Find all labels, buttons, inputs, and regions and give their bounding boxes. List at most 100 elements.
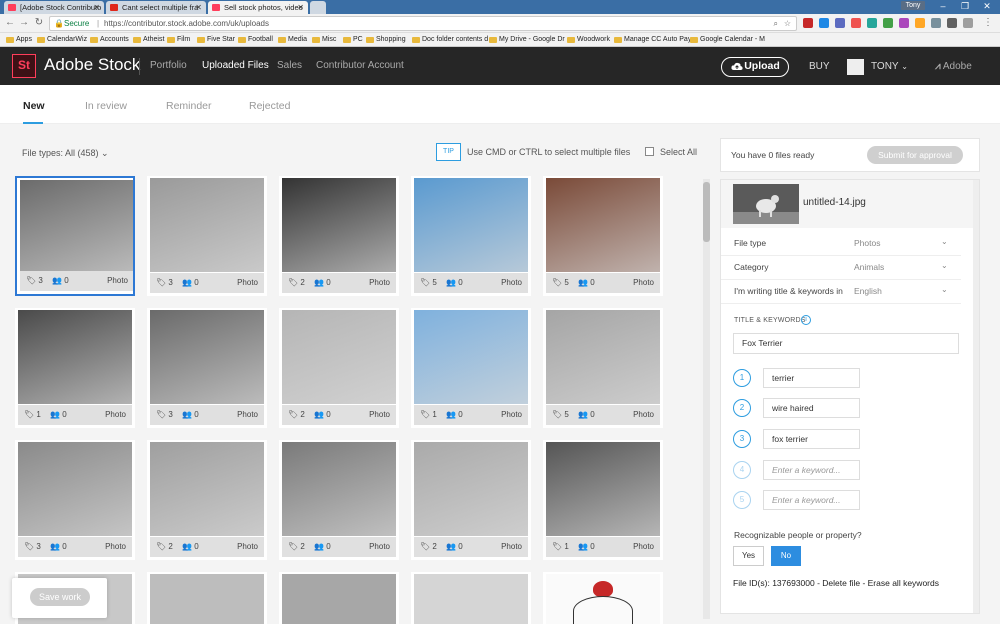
browser-user-chip[interactable]: Tony xyxy=(901,1,925,10)
extension-icon[interactable] xyxy=(867,18,877,28)
keyword-input-empty[interactable]: Enter a keyword... xyxy=(763,490,860,510)
grid-scrollbar-thumb[interactable] xyxy=(703,182,710,242)
nav-uploaded-files[interactable]: Uploaded Files xyxy=(202,60,269,71)
thumbnail[interactable]: 🏷 2 👥 0 Photo xyxy=(279,440,399,560)
user-menu[interactable]: TONY ⌄ xyxy=(871,61,908,72)
thumbnail[interactable]: 🏷 2 👥 0 Photo xyxy=(279,308,399,428)
keyword-input[interactable]: terrier xyxy=(763,368,860,388)
thumbnail[interactable]: 🏷 5 👥 0 Photo xyxy=(411,176,531,296)
bookmark-item[interactable]: Film xyxy=(167,34,190,46)
thumbnail[interactable]: 🏷 3 👥 0 Photo xyxy=(15,440,135,560)
maximize-icon[interactable]: ❐ xyxy=(954,0,976,13)
url-bar[interactable]: 🔒 Secure | https://contributor.stock.ado… xyxy=(49,16,797,31)
thumbnail[interactable]: 🏷 3 👥 0 Photo xyxy=(147,308,267,428)
tab-new[interactable]: New xyxy=(23,100,45,112)
bookmark-item[interactable]: Misc xyxy=(312,34,336,46)
select-all-checkbox[interactable] xyxy=(645,147,654,156)
thumbnail[interactable]: 🏷 1 👥 0 Photo xyxy=(411,308,531,428)
upload-button[interactable]: Upload xyxy=(721,57,789,77)
window-close-icon[interactable]: ✕ xyxy=(976,0,998,13)
bookmark-item[interactable]: CalendarWiz xyxy=(37,34,87,46)
star-icon[interactable]: ☆ xyxy=(784,17,791,30)
adobe-logo[interactable]: ⩘ Adobe xyxy=(935,61,972,72)
extension-icon[interactable] xyxy=(835,18,845,28)
browser-tab-1[interactable]: [Adobe Stock Contributo ✕ xyxy=(4,1,104,14)
category-select[interactable]: Category Animals ⌄ xyxy=(721,256,961,280)
thumbnail[interactable]: 🏷 5 👥 0 Photo xyxy=(543,308,663,428)
back-icon[interactable]: ← xyxy=(4,17,16,29)
file-types-filter[interactable]: File types: All (458) ⌄ xyxy=(22,148,109,159)
close-icon[interactable]: ✕ xyxy=(93,1,100,14)
minimize-icon[interactable]: – xyxy=(932,0,954,13)
thumbnail[interactable]: 🏷 2 👥 0 Photo xyxy=(147,440,267,560)
bookmark-item[interactable]: Football xyxy=(238,34,273,46)
file-id-actions[interactable]: File ID(s): 137693000 - Delete file - Er… xyxy=(733,578,939,588)
bookmark-item[interactable]: My Drive - Google Dr xyxy=(489,34,565,46)
gmail-icon[interactable] xyxy=(851,18,861,28)
adobe-stock-logo[interactable]: St xyxy=(12,54,36,78)
bookmark-item[interactable]: Media xyxy=(278,34,307,46)
no-button[interactable]: No xyxy=(771,546,801,566)
bookmark-item[interactable]: Google Calendar - M xyxy=(690,34,765,46)
extension-icon[interactable] xyxy=(931,18,941,28)
close-icon[interactable]: ✕ xyxy=(195,1,202,14)
bookmark-item[interactable]: Accounts xyxy=(90,34,129,46)
extension-icon[interactable] xyxy=(947,18,957,28)
tab-in-review[interactable]: In review xyxy=(85,100,127,112)
extension-icon[interactable] xyxy=(915,18,925,28)
browser-tab-3[interactable]: Sell stock photos, video ✕ xyxy=(208,1,308,14)
thumbnail[interactable]: 🏷 5 👥 0 Photo xyxy=(543,176,663,296)
info-icon[interactable]: i xyxy=(801,315,811,325)
bookmark-item[interactable]: PC xyxy=(343,34,363,46)
extension-icon[interactable] xyxy=(803,18,813,28)
thumbnail[interactable] xyxy=(147,572,267,624)
save-work-button[interactable]: Save work xyxy=(30,588,90,606)
thumbnail[interactable]: 🏷 2 👥 0 Photo xyxy=(279,176,399,296)
menu-icon[interactable]: ⋮ xyxy=(982,17,994,29)
keyword-input[interactable]: wire haired xyxy=(763,398,860,418)
thumbnail[interactable]: 🏷 3 👥 0 Photo xyxy=(15,176,135,296)
extension-icon[interactable] xyxy=(819,18,829,28)
brand-name[interactable]: Adobe Stock xyxy=(44,55,140,75)
bookmark-item[interactable]: Manage CC Auto Pay xyxy=(614,34,691,46)
reload-icon[interactable]: ↻ xyxy=(33,17,45,29)
buy-link[interactable]: BUY xyxy=(809,61,830,72)
yes-button[interactable]: Yes xyxy=(733,546,764,566)
nav-sales[interactable]: Sales xyxy=(277,60,302,71)
grid-scrollbar[interactable] xyxy=(703,179,710,619)
browser-tab-2[interactable]: Cant select multiple fra ✕ xyxy=(106,1,206,14)
thumbnail[interactable]: 🏷 3 👥 0 Photo xyxy=(147,176,267,296)
bookmark-item[interactable]: Five Star xyxy=(197,34,235,46)
detail-scrollbar[interactable] xyxy=(973,180,979,613)
extension-icon[interactable] xyxy=(963,18,973,28)
extension-icon[interactable] xyxy=(899,18,909,28)
bookmark-item[interactable]: Doc folder contents d xyxy=(412,34,488,46)
nav-contributor-account[interactable]: Contributor Account xyxy=(316,60,404,71)
close-icon[interactable]: ✕ xyxy=(297,1,304,14)
thumbnail[interactable]: 🏷 1 👥 0 Photo xyxy=(15,308,135,428)
keyword-input[interactable]: fox terrier xyxy=(763,429,860,449)
zoom-icon[interactable]: ⌕ xyxy=(774,17,778,30)
thumbnail[interactable] xyxy=(411,572,531,624)
title-input[interactable]: Fox Terrier xyxy=(733,333,959,354)
submit-for-approval-button[interactable]: Submit for approval xyxy=(867,146,963,164)
tab-reminder[interactable]: Reminder xyxy=(166,100,212,112)
keyword-input-empty[interactable]: Enter a keyword... xyxy=(763,460,860,480)
nav-portfolio[interactable]: Portfolio xyxy=(150,60,187,71)
bookmark-item[interactable]: Shopping xyxy=(366,34,406,46)
thumbnail[interactable]: 🏷 2 👥 0 Photo xyxy=(411,440,531,560)
bookmark-apps[interactable]: Apps xyxy=(6,34,32,46)
extension-icon[interactable] xyxy=(883,18,893,28)
bookmark-item[interactable]: Woodwork xyxy=(567,34,610,46)
thumbnail[interactable]: 🏷 1 👥 0 Photo xyxy=(543,440,663,560)
avatar[interactable] xyxy=(847,59,864,75)
thumbnail[interactable] xyxy=(543,572,663,624)
bookmark-item[interactable]: Atheist xyxy=(133,34,164,46)
file-type-select[interactable]: File type Photos ⌄ xyxy=(721,232,961,256)
tab-rejected[interactable]: Rejected xyxy=(249,100,290,112)
new-tab-button[interactable] xyxy=(310,1,326,14)
thumbnail[interactable] xyxy=(279,572,399,624)
select-all-label[interactable]: Select All xyxy=(660,147,697,157)
forward-icon[interactable]: → xyxy=(18,17,30,29)
language-select[interactable]: I'm writing title & keywords in English … xyxy=(721,280,961,304)
